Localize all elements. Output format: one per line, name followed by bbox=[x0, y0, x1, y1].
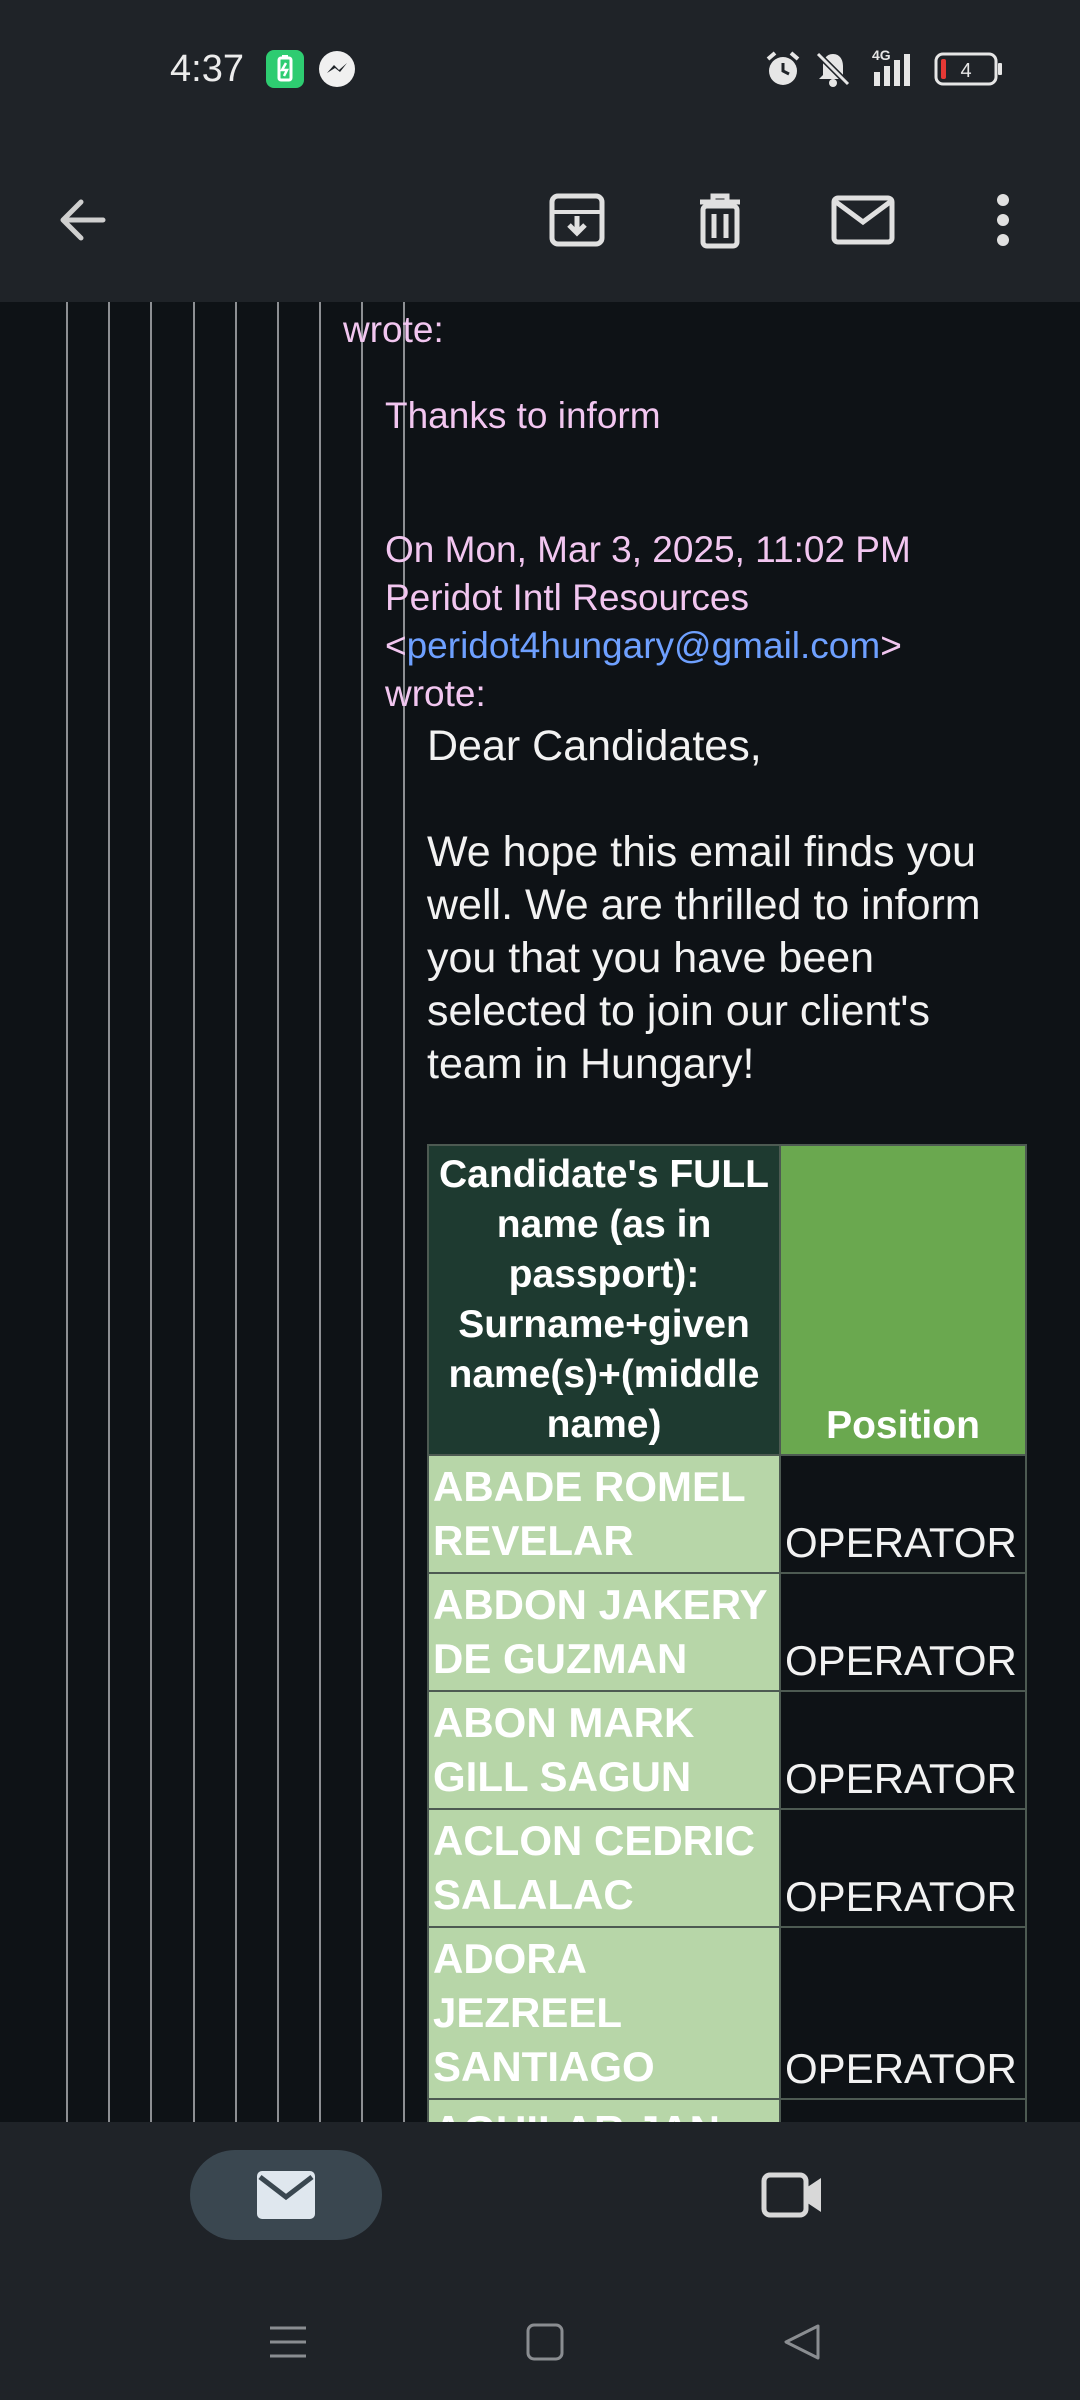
body-line: team in Hungary! bbox=[427, 1040, 755, 1088]
table-header-row: Candidate's FULL name (as in passport): … bbox=[427, 1144, 1027, 1456]
previous-wrote-label: wrote: bbox=[343, 309, 444, 350]
gt-char: > bbox=[880, 625, 902, 666]
messenger-icon bbox=[318, 50, 356, 93]
table-row: ABADE ROMEL REVELAR OPERATOR bbox=[427, 1454, 1027, 1574]
mark-unread-icon bbox=[831, 195, 895, 245]
quote-line bbox=[150, 302, 152, 2122]
lt-char: < bbox=[385, 625, 407, 666]
candidate-position bbox=[779, 2098, 1027, 2122]
back-button[interactable] bbox=[38, 175, 128, 265]
candidate-position: OPERATOR bbox=[779, 1926, 1027, 2100]
status-time: 4:37 bbox=[170, 48, 244, 90]
quote-line bbox=[193, 302, 195, 2122]
table-row: ACLON CEDRIC SALALAC OPERATOR bbox=[427, 1808, 1027, 1928]
archive-icon bbox=[549, 193, 605, 247]
header-position: Position bbox=[779, 1144, 1027, 1456]
header-candidate-name: Candidate's FULL name (as in passport): … bbox=[427, 1144, 781, 1456]
notifications-off-icon bbox=[814, 50, 852, 93]
app-bar bbox=[0, 140, 1080, 302]
video-call-icon bbox=[761, 2172, 821, 2218]
reply-text: Thanks to inform bbox=[385, 395, 661, 436]
back-icon bbox=[784, 2324, 820, 2360]
bottom-navigation bbox=[0, 2122, 1080, 2400]
candidate-position: OPERATOR bbox=[779, 1808, 1027, 1928]
home-icon bbox=[526, 2323, 564, 2361]
table-row: ADORA JEZREEL SANTIAGO OPERATOR bbox=[427, 1926, 1027, 2100]
svg-text:4G: 4G bbox=[872, 47, 891, 63]
mail-icon bbox=[257, 2171, 315, 2219]
delete-icon bbox=[700, 193, 740, 249]
signal-icon: 4G bbox=[868, 46, 920, 95]
body-line: We hope this email finds you bbox=[427, 828, 976, 876]
quote-wrote-label: wrote: bbox=[385, 673, 486, 714]
body-line: selected to join our client's bbox=[427, 987, 930, 1035]
candidate-name: ACLON CEDRIC SALALAC bbox=[427, 1808, 781, 1928]
battery-saver-icon bbox=[266, 50, 304, 93]
quote-line bbox=[277, 302, 279, 2122]
candidate-name: ADORA JEZREEL SANTIAGO bbox=[427, 1926, 781, 2100]
home-button[interactable] bbox=[515, 2312, 575, 2372]
quote-line bbox=[66, 302, 68, 2122]
email-body[interactable]: wrote: Thanks to inform On Mon, Mar 3, 2… bbox=[0, 302, 1080, 2122]
more-vert-icon bbox=[997, 194, 1009, 246]
quote-header-email-line: <peridot4hungary@gmail.com> bbox=[385, 622, 902, 670]
candidate-position: OPERATOR bbox=[779, 1454, 1027, 1574]
quote-header-date: On Mon, Mar 3, 2025, 11:02 PM bbox=[385, 529, 911, 570]
table-row: AGUILAR JAN bbox=[427, 2098, 1027, 2122]
mail-tab[interactable] bbox=[190, 2150, 382, 2240]
candidate-name: ABON MARK GILL SAGUN bbox=[427, 1690, 781, 1810]
sender-email-link[interactable]: peridot4hungary@gmail.com bbox=[407, 625, 881, 666]
system-back-button[interactable] bbox=[772, 2312, 832, 2372]
table-row: ABON MARK GILL SAGUN OPERATOR bbox=[427, 1690, 1027, 1810]
more-options-button[interactable] bbox=[958, 175, 1048, 265]
body-line: well. We are thrilled to inform bbox=[427, 881, 981, 929]
candidate-name: AGUILAR JAN bbox=[427, 2098, 781, 2122]
alarm-icon bbox=[764, 50, 802, 93]
body-line: you that you have been bbox=[427, 934, 875, 982]
quote-line bbox=[319, 302, 321, 2122]
candidate-name: ABADE ROMEL REVELAR bbox=[427, 1454, 781, 1574]
quote-line bbox=[235, 302, 237, 2122]
quote-line bbox=[108, 302, 110, 2122]
candidate-name: ABDON JAKERY DE GUZMAN bbox=[427, 1572, 781, 1692]
candidate-position: OPERATOR bbox=[779, 1572, 1027, 1692]
delete-button[interactable] bbox=[675, 175, 765, 265]
battery-icon: 4 bbox=[934, 52, 1004, 91]
recents-icon bbox=[270, 2326, 306, 2358]
candidate-position: OPERATOR bbox=[779, 1690, 1027, 1810]
mark-unread-button[interactable] bbox=[818, 175, 908, 265]
greeting: Dear Candidates, bbox=[427, 722, 762, 770]
table-row: ABDON JAKERY DE GUZMAN OPERATOR bbox=[427, 1572, 1027, 1692]
status-bar: 4:37 4G 4 bbox=[0, 0, 1080, 140]
recents-button[interactable] bbox=[258, 2312, 318, 2372]
quote-line bbox=[361, 302, 363, 2122]
candidates-table: Candidate's FULL name (as in passport): … bbox=[427, 1144, 1027, 2122]
meet-tab[interactable] bbox=[748, 2150, 838, 2240]
battery-level: 4 bbox=[960, 60, 971, 82]
archive-button[interactable] bbox=[532, 175, 622, 265]
back-arrow-icon bbox=[60, 199, 106, 241]
quote-header-sender: Peridot Intl Resources bbox=[385, 577, 750, 618]
